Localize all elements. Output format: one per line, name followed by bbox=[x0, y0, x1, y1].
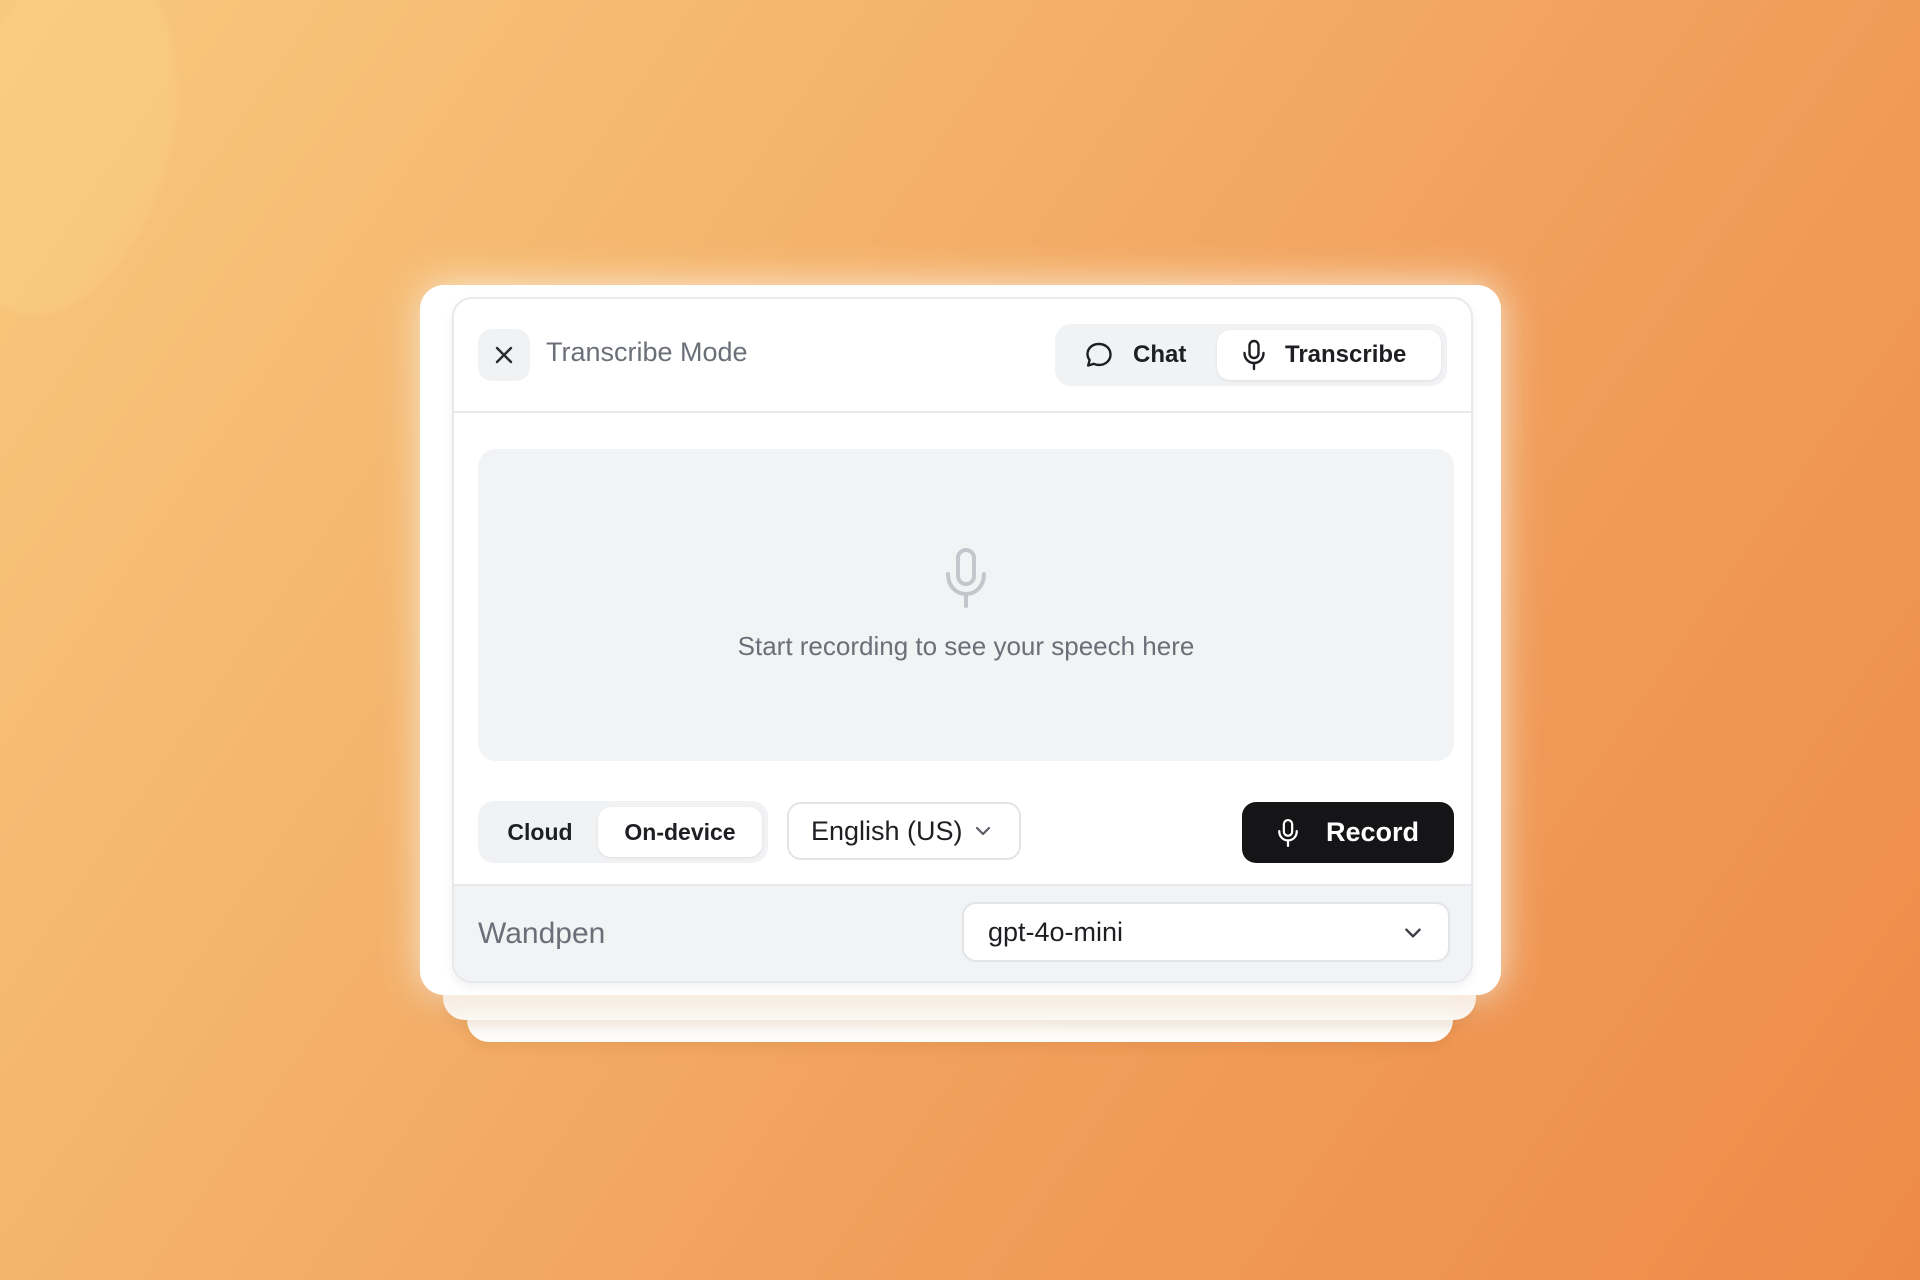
chevron-down-icon bbox=[975, 826, 990, 836]
chat-bubble-icon bbox=[1086, 342, 1112, 367]
close-icon bbox=[495, 346, 513, 364]
microphone-icon bbox=[1243, 339, 1265, 371]
engine-toggle: Cloud On-device bbox=[478, 801, 768, 863]
tab-chat[interactable]: Chat bbox=[1083, 330, 1223, 380]
mode-switch: Chat Transcribe bbox=[1055, 324, 1447, 386]
page-title: Transcribe Mode bbox=[546, 337, 748, 367]
panel-header: Transcribe Mode Chat Transcribe bbox=[454, 299, 1471, 413]
transcribe-panel: Transcribe Mode Chat Transcribe Start re… bbox=[452, 297, 1473, 983]
transcribe-card: Transcribe Mode Chat Transcribe Start re… bbox=[420, 285, 1501, 995]
tab-chat-label: Chat bbox=[1133, 341, 1187, 368]
tab-transcribe[interactable]: Transcribe bbox=[1217, 330, 1441, 380]
record-button[interactable]: Record bbox=[1242, 802, 1454, 863]
close-button[interactable] bbox=[478, 329, 530, 381]
language-value: English (US) bbox=[811, 815, 963, 846]
transcript-placeholder: Start recording to see your speech here bbox=[737, 631, 1195, 661]
background-blob bbox=[0, 0, 221, 344]
model-select[interactable]: gpt-4o-mini bbox=[962, 902, 1450, 962]
microphone-icon bbox=[946, 548, 986, 608]
chevron-down-icon bbox=[1405, 928, 1421, 938]
panel-footer: Wandpen gpt-4o-mini bbox=[454, 884, 1471, 981]
language-select[interactable]: English (US) bbox=[787, 802, 1021, 860]
engine-option-on-device[interactable]: On-device bbox=[598, 807, 762, 857]
record-button-label: Record bbox=[1326, 817, 1420, 847]
transcript-area: Start recording to see your speech here bbox=[478, 449, 1454, 761]
microphone-icon bbox=[1278, 818, 1298, 847]
engine-option-cloud[interactable]: Cloud bbox=[484, 807, 596, 857]
footer-title: Wandpen bbox=[478, 917, 606, 950]
tab-transcribe-label: Transcribe bbox=[1285, 341, 1407, 368]
model-value: gpt-4o-mini bbox=[988, 916, 1124, 947]
